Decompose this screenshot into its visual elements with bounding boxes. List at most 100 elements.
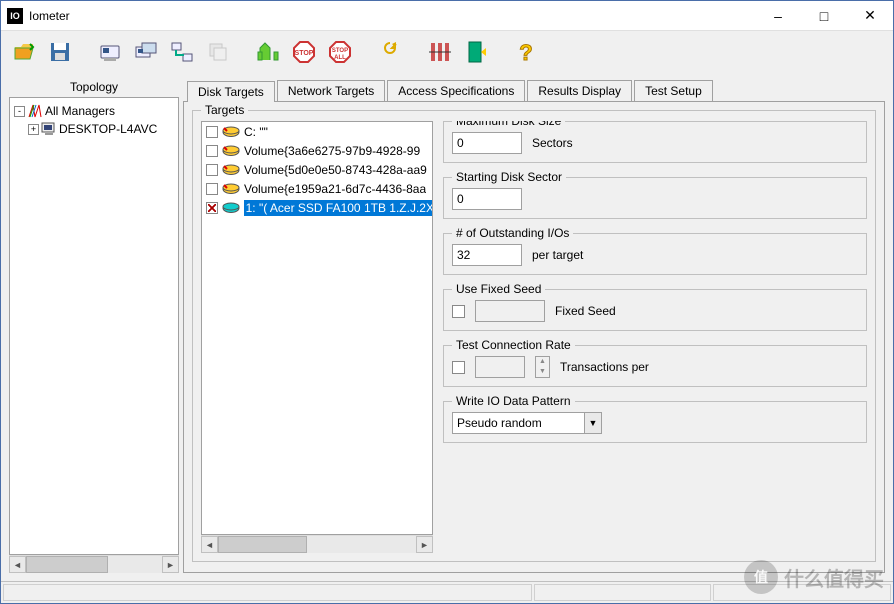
fixed-seed-input [475, 300, 545, 322]
targets-group: Targets C: ""Volume{3a6e6275-97b9-4928-9… [192, 110, 876, 562]
max-disk-size-group: Maximum Disk Size Sectors [443, 121, 867, 163]
disk-yellow-icon [222, 164, 240, 176]
computer-icon [41, 121, 57, 137]
fixed-seed-unit: Fixed Seed [555, 304, 616, 318]
start-icon[interactable] [251, 35, 285, 69]
reset-icon[interactable] [373, 35, 407, 69]
window-title: Iometer [29, 9, 755, 23]
target-checkbox[interactable] [206, 202, 218, 214]
main-area: Disk Targets Network Targets Access Spec… [183, 77, 885, 573]
outstanding-ios-group: # of Outstanding I/Os per target [443, 233, 867, 275]
scroll-track[interactable] [26, 556, 162, 573]
status-cell [3, 584, 532, 601]
target-checkbox[interactable] [206, 183, 218, 195]
network-worker-icon[interactable] [165, 35, 199, 69]
tree-item[interactable]: + DESKTOP-L4AVC [12, 120, 176, 138]
save-icon[interactable] [43, 35, 77, 69]
disk-cyan-icon [222, 202, 240, 214]
max-disk-size-label: Maximum Disk Size [452, 121, 565, 128]
target-label: Volume{3a6e6275-97b9-4928-99 [244, 144, 420, 158]
tab-disk-targets[interactable]: Disk Targets [187, 81, 275, 102]
conn-rate-group: Test Connection Rate ▲▼ Transactions per [443, 345, 867, 387]
tab-results-display[interactable]: Results Display [527, 80, 632, 101]
svg-text:STOP: STOP [295, 50, 314, 57]
managers-icon [27, 103, 43, 119]
topology-tree[interactable]: - All Managers + DESKTOP-L4AVC [9, 97, 179, 555]
topology-title: Topology [9, 77, 179, 97]
svg-text:?: ? [519, 40, 532, 64]
start-sector-label: Starting Disk Sector [452, 170, 566, 184]
fixed-seed-label: Use Fixed Seed [452, 282, 545, 296]
target-checkbox[interactable] [206, 126, 218, 138]
close-button[interactable]: ✕ [847, 1, 893, 31]
status-cell [534, 584, 712, 601]
minimize-button[interactable]: – [755, 1, 801, 31]
target-item[interactable]: Volume{3a6e6275-97b9-4928-99 [202, 141, 432, 160]
spin-down-icon[interactable]: ▼ [536, 367, 549, 377]
write-pattern-combo[interactable]: Pseudo random ▼ [452, 412, 602, 434]
target-checkbox[interactable] [206, 164, 218, 176]
max-disk-size-unit: Sectors [532, 136, 573, 150]
tree-collapse-icon[interactable]: - [14, 106, 25, 117]
fixed-seed-checkbox[interactable] [452, 305, 465, 318]
access-spec-icon[interactable] [423, 35, 457, 69]
duplicate-worker-icon[interactable] [129, 35, 163, 69]
outstanding-ios-unit: per target [532, 248, 583, 262]
target-item[interactable]: 1: "( Acer SSD FA100 1TB 1.Z.J.2X [202, 198, 432, 217]
titlebar: IO Iometer – □ ✕ [1, 1, 893, 31]
spin-up-icon[interactable]: ▲ [536, 357, 549, 367]
target-label: Volume{e1959a21-6d7c-4436-8aa [244, 182, 426, 196]
write-pattern-value: Pseudo random [453, 416, 584, 430]
scroll-thumb[interactable] [218, 536, 307, 553]
conn-rate-checkbox[interactable] [452, 361, 465, 374]
target-label: Volume{5d0e0e50-8743-428a-aa9 [244, 163, 427, 177]
start-sector-input[interactable] [452, 188, 522, 210]
maximize-button[interactable]: □ [801, 1, 847, 31]
max-disk-size-input[interactable] [452, 132, 522, 154]
tab-network-targets[interactable]: Network Targets [277, 80, 385, 101]
client-area: Topology - All Managers + DESKTOP-L4AVC … [1, 73, 893, 581]
tab-access-specs[interactable]: Access Specifications [387, 80, 525, 101]
tab-test-setup[interactable]: Test Setup [634, 80, 713, 101]
write-pattern-label: Write IO Data Pattern [452, 394, 575, 408]
start-sector-group: Starting Disk Sector [443, 177, 867, 219]
new-worker-icon[interactable] [93, 35, 127, 69]
about-icon[interactable]: ? [509, 35, 543, 69]
scroll-thumb[interactable] [26, 556, 108, 573]
stop-all-icon[interactable]: STOPALL [323, 35, 357, 69]
tab-panel: Targets C: "" Volume{3a6e6275-97b9-4928-9… [183, 101, 885, 573]
copy-worker-icon[interactable] [201, 35, 235, 69]
conn-rate-spinner[interactable]: ▲▼ [535, 356, 550, 378]
scroll-left-icon[interactable]: ◄ [201, 536, 218, 553]
target-checkbox[interactable] [206, 145, 218, 157]
target-item[interactable]: C: "" [202, 122, 432, 141]
toolbar: STOP STOPALL ? [1, 31, 893, 73]
conn-rate-input [475, 356, 525, 378]
tree-root[interactable]: - All Managers [12, 102, 176, 120]
open-icon[interactable] [7, 35, 41, 69]
targets-list-wrap: C: "" Volume{3a6e6275-97b9-4928-99 Volume{… [201, 121, 433, 553]
exit-icon[interactable] [459, 35, 493, 69]
chevron-down-icon[interactable]: ▼ [584, 413, 601, 433]
stop-icon[interactable]: STOP [287, 35, 321, 69]
status-bar [1, 581, 893, 603]
targets-scrollbar[interactable]: ◄ ► [201, 535, 433, 553]
target-item[interactable]: Volume{5d0e0e50-8743-428a-aa9 [202, 160, 432, 179]
scroll-right-icon[interactable]: ► [416, 536, 433, 553]
targets-list[interactable]: C: "" Volume{3a6e6275-97b9-4928-99 Volume{… [201, 121, 433, 535]
tree-root-label: All Managers [45, 104, 115, 118]
scroll-track[interactable] [218, 536, 416, 553]
disk-yellow-icon [222, 126, 240, 138]
outstanding-ios-input[interactable] [452, 244, 522, 266]
svg-text:STOP: STOP [332, 48, 348, 54]
svg-text:ALL: ALL [334, 55, 346, 61]
tree-expand-icon[interactable]: + [28, 124, 39, 135]
scroll-right-icon[interactable]: ► [162, 556, 179, 573]
target-item[interactable]: Volume{e1959a21-6d7c-4436-8aa [202, 179, 432, 198]
targets-group-label: Targets [201, 103, 248, 117]
write-pattern-group: Write IO Data Pattern Pseudo random ▼ [443, 401, 867, 443]
app-icon: IO [7, 8, 23, 24]
topology-scrollbar[interactable]: ◄ ► [9, 555, 179, 573]
topology-panel: Topology - All Managers + DESKTOP-L4AVC … [9, 77, 179, 573]
scroll-left-icon[interactable]: ◄ [9, 556, 26, 573]
